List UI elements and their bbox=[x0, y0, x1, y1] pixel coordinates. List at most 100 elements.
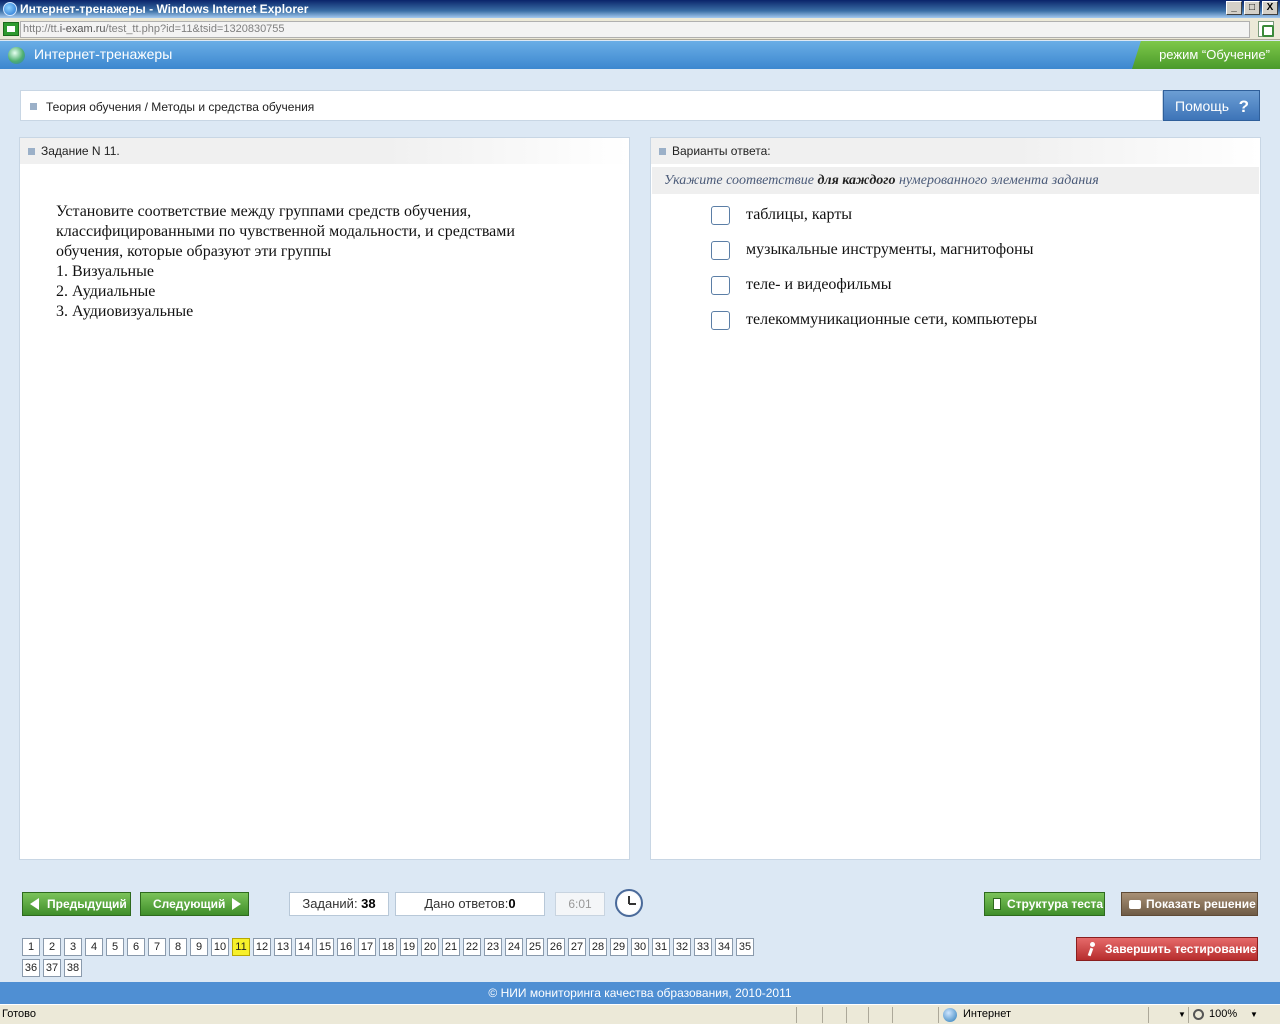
hint-bold: для каждого bbox=[817, 173, 896, 188]
question-page-button[interactable]: 28 bbox=[589, 938, 607, 956]
question-page-button[interactable]: 3 bbox=[64, 938, 82, 956]
question-page-button[interactable]: 38 bbox=[64, 959, 82, 977]
question-page-button[interactable]: 23 bbox=[484, 938, 502, 956]
answer-label: таблицы, карты bbox=[746, 206, 853, 223]
address-bar: http://tt.i-exam.ru/test_tt.php?id=11&ts… bbox=[0, 18, 1280, 40]
status-divider bbox=[822, 1007, 823, 1023]
question-page-button[interactable]: 15 bbox=[316, 938, 334, 956]
question-page-button[interactable]: 12 bbox=[253, 938, 271, 956]
show-solution-button[interactable]: Показать решение bbox=[1121, 892, 1258, 916]
running-man-icon bbox=[1086, 942, 1098, 956]
compat-view-icon[interactable] bbox=[1258, 21, 1274, 37]
zoom-control[interactable]: 100% bbox=[1193, 1005, 1237, 1024]
status-divider bbox=[868, 1007, 869, 1023]
zoom-icon bbox=[1193, 1009, 1204, 1020]
question-page-button[interactable]: 32 bbox=[673, 938, 691, 956]
previous-button[interactable]: Предыдущий bbox=[22, 892, 131, 916]
answer-checkbox[interactable] bbox=[711, 276, 730, 295]
question-navigator: 1 2 3 4 5 6 7 8 9 10 11 12 13 14 15 16 17 18 19 20 21 22 23 24 2… bbox=[22, 938, 762, 977]
tasks-counter: Заданий: 38 bbox=[289, 892, 389, 916]
zone-label: Интернет bbox=[963, 1008, 1011, 1020]
question-page-button[interactable]: 1 bbox=[22, 938, 40, 956]
question-page-button[interactable]: 13 bbox=[274, 938, 292, 956]
square-bullet-icon bbox=[28, 148, 35, 155]
question-page-button[interactable]: 10 bbox=[211, 938, 229, 956]
question-page-button[interactable]: 27 bbox=[568, 938, 586, 956]
question-page-button[interactable]: 29 bbox=[610, 938, 628, 956]
answers-counter-value: 0 bbox=[508, 896, 516, 911]
task-panel: Задание N 11. Установите соответствие ме… bbox=[19, 137, 630, 860]
url-prefix: http://tt. bbox=[23, 23, 60, 35]
status-bar: Готово Интернет 100% ▼ ▼ bbox=[0, 1004, 1280, 1024]
tasks-counter-value: 38 bbox=[361, 896, 376, 911]
task-line: классифицированными по чувственной модал… bbox=[56, 223, 515, 240]
task-line: 1. Визуальные bbox=[56, 263, 154, 280]
maximize-button[interactable]: □ bbox=[1244, 1, 1260, 15]
finish-test-button[interactable]: Завершить тестирование bbox=[1076, 937, 1258, 961]
chevron-down-icon[interactable]: ▼ bbox=[1178, 1005, 1186, 1024]
document-icon bbox=[993, 898, 1001, 910]
minimize-button[interactable]: _ bbox=[1226, 1, 1242, 15]
square-bullet-icon bbox=[30, 103, 37, 110]
status-divider bbox=[892, 1007, 893, 1023]
test-structure-button[interactable]: Структура теста bbox=[984, 892, 1105, 916]
status-divider bbox=[1188, 1007, 1189, 1023]
answer-label: телекоммуникационные сети, компьютеры bbox=[746, 311, 1038, 328]
book-icon bbox=[1129, 900, 1141, 909]
question-page-button[interactable]: 34 bbox=[715, 938, 733, 956]
url-suffix: /test_tt.php?id=11&tsid=1320830755 bbox=[105, 23, 285, 35]
question-page-button[interactable]: 35 bbox=[736, 938, 754, 956]
ie-icon bbox=[3, 2, 17, 16]
question-page-button[interactable]: 37 bbox=[43, 959, 61, 977]
hint-text: Укажите соответствие bbox=[664, 173, 818, 188]
question-page-button[interactable]: 4 bbox=[85, 938, 103, 956]
app-title: Интернет-тренажеры bbox=[34, 46, 173, 62]
status-divider bbox=[796, 1007, 797, 1023]
question-page-button[interactable]: 16 bbox=[337, 938, 355, 956]
task-panel-header: Задание N 11. bbox=[20, 138, 629, 164]
answers-counter: Дано ответов:0 bbox=[395, 892, 545, 916]
question-page-button[interactable]: 11 bbox=[232, 938, 250, 956]
answer-checkbox[interactable] bbox=[711, 206, 730, 225]
chevron-down-icon[interactable]: ▼ bbox=[1250, 1005, 1258, 1024]
question-page-button[interactable]: 21 bbox=[442, 938, 460, 956]
question-page-button[interactable]: 7 bbox=[148, 938, 166, 956]
answer-checkbox[interactable] bbox=[711, 311, 730, 330]
answer-label: музыкальные инструменты, магнитофоны bbox=[746, 241, 1034, 258]
question-page-button[interactable]: 9 bbox=[190, 938, 208, 956]
security-zone: Интернет bbox=[943, 1005, 1011, 1024]
task-line: 2. Аудиальные bbox=[56, 283, 156, 300]
question-page-button[interactable]: 20 bbox=[421, 938, 439, 956]
question-page-button[interactable]: 36 bbox=[22, 959, 40, 977]
url-field[interactable]: http://tt.i-exam.ru/test_tt.php?id=11&ts… bbox=[20, 21, 1250, 38]
window-titlebar: Интернет-тренажеры - Windows Internet Ex… bbox=[0, 0, 1280, 18]
close-button[interactable]: X bbox=[1262, 1, 1278, 15]
page-icon bbox=[3, 22, 19, 36]
question-page-button[interactable]: 6 bbox=[127, 938, 145, 956]
question-page-button[interactable]: 17 bbox=[358, 938, 376, 956]
question-page-button[interactable]: 14 bbox=[295, 938, 313, 956]
next-button[interactable]: Следующий bbox=[140, 892, 249, 916]
task-line: обучения, которые образуют эти группы bbox=[56, 243, 332, 260]
question-page-button[interactable]: 8 bbox=[169, 938, 187, 956]
question-page-button[interactable]: 2 bbox=[43, 938, 61, 956]
url-domain: i-exam.ru bbox=[59, 23, 106, 35]
question-page-button[interactable]: 24 bbox=[505, 938, 523, 956]
answer-checkbox[interactable] bbox=[711, 241, 730, 260]
mode-badge: режим “Обучение” bbox=[1132, 41, 1280, 69]
question-page-button[interactable]: 19 bbox=[400, 938, 418, 956]
answers-panel-header: Варианты ответа: bbox=[651, 138, 1260, 164]
question-page-button[interactable]: 5 bbox=[106, 938, 124, 956]
question-page-button[interactable]: 25 bbox=[526, 938, 544, 956]
question-page-button[interactable]: 30 bbox=[631, 938, 649, 956]
question-page-button[interactable]: 31 bbox=[652, 938, 670, 956]
question-page-button[interactable]: 26 bbox=[547, 938, 565, 956]
zoom-level: 100% bbox=[1209, 1008, 1238, 1020]
question-page-button[interactable]: 33 bbox=[694, 938, 712, 956]
help-button[interactable]: Помощь ? bbox=[1163, 90, 1260, 121]
question-page-button[interactable]: 18 bbox=[379, 938, 397, 956]
hint-text: нумерованного элемента задания bbox=[895, 173, 1099, 188]
footer-copyright: © НИИ мониторинга качества образования, … bbox=[0, 982, 1280, 1004]
answer-label: теле- и видеофильмы bbox=[746, 276, 892, 293]
question-page-button[interactable]: 22 bbox=[463, 938, 481, 956]
